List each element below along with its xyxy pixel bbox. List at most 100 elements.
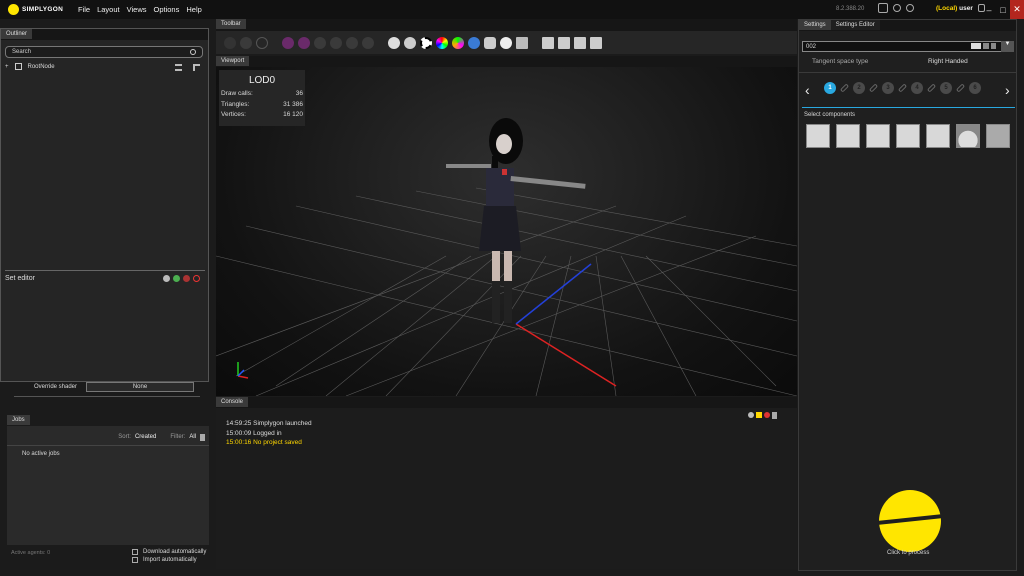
jobs-empty-label: No active jobs [22,451,60,457]
list-view-icon[interactable] [175,64,182,71]
step-4[interactable]: 4 [911,82,923,94]
tab-console[interactable]: Console [216,397,249,407]
normals-icon[interactable] [468,36,480,49]
checkbox-icon[interactable] [132,557,138,563]
menu-file[interactable]: File [78,5,90,14]
console-line: 14:59:25 Simplygon launched [226,420,312,427]
maximize-button[interactable]: □ [996,0,1010,19]
filter-dropdown[interactable]: All [189,434,196,441]
material-baking-component-icon[interactable] [986,124,1010,148]
link-icon[interactable] [282,36,294,49]
impostor-component-icon[interactable] [896,124,920,148]
remove-set-icon[interactable] [183,275,190,282]
floor-icon[interactable] [574,36,586,49]
tree-root-node[interactable]: + RootNode [5,63,55,70]
new-preset-icon[interactable] [971,43,981,49]
tab-outliner[interactable]: Outliner [1,29,33,39]
menu-options[interactable]: Options [154,5,180,14]
tree-view-icon[interactable] [193,64,200,71]
tab-jobs[interactable]: Jobs [7,415,30,425]
tab-settings[interactable]: Settings [799,20,831,30]
tangent-space-dropdown[interactable]: Right Handed [928,58,968,65]
sphere-icon[interactable] [256,36,268,49]
simplygon-logo-icon [8,4,19,15]
step-divider [802,107,1015,108]
search-input[interactable]: Search [5,46,203,58]
vertex-color-icon[interactable] [452,36,464,49]
checkbox-icon[interactable] [132,549,138,555]
import-auto-checkbox[interactable]: Import automatically [132,557,206,563]
minimize-button[interactable]: – [982,0,996,19]
link-icon[interactable] [839,83,850,93]
warning-filter-icon[interactable] [756,412,762,418]
sort-dropdown[interactable]: Created [135,434,156,441]
trash-icon[interactable] [200,434,205,441]
lights-icon[interactable] [500,36,512,49]
filter-label: Filter: [170,434,186,440]
menu-views[interactable]: Views [127,5,147,14]
clear-set-icon[interactable] [193,275,200,282]
error-filter-icon[interactable] [764,412,770,418]
stat-row: Vertices: 16 120 [221,110,303,121]
pencil-icon[interactable] [542,36,554,49]
globe-icon[interactable] [388,36,400,49]
shade-icon[interactable] [240,36,252,49]
prev-step-icon[interactable]: ‹ [805,82,810,98]
step-2[interactable]: 2 [853,82,865,94]
step-6[interactable]: 6 [969,82,981,94]
checker-icon[interactable] [420,36,432,49]
info-icon[interactable] [893,4,901,12]
viewport[interactable]: Viewport LOD0 Draw calls: 36 Triangles: 31 … [216,56,797,396]
stat-value: 36 [295,90,303,97]
download-icon[interactable] [983,43,989,49]
toolbar-tabbar: Toolbar [216,19,797,31]
menu-help[interactable]: Help [186,5,201,14]
tab-settings-editor[interactable]: Settings Editor [830,20,880,30]
grid-icon[interactable] [516,36,528,49]
move-icon[interactable] [314,36,326,49]
process-button[interactable] [879,490,941,552]
camera-icon[interactable] [484,36,496,49]
step-5[interactable]: 5 [940,82,952,94]
trash-icon[interactable] [772,412,777,419]
database-icon[interactable] [163,275,170,282]
aggregation-component-icon[interactable] [866,124,890,148]
expand-icon[interactable]: + [5,64,9,70]
download-auto-checkbox[interactable]: Download automatically [132,549,206,555]
axes-icon[interactable] [558,36,570,49]
link-icon[interactable] [868,83,879,93]
info-filter-icon[interactable] [748,412,754,418]
reduction-component-icon[interactable] [806,124,830,148]
frame-icon[interactable] [224,36,236,49]
lod-label: LOD0 [248,75,276,86]
link-icon[interactable] [926,83,937,93]
align-icon[interactable] [330,36,342,49]
remeshing-component-icon[interactable] [836,124,860,148]
unlink-icon[interactable] [298,36,310,49]
tab-toolbar[interactable]: Toolbar [216,19,246,29]
snap-icon[interactable] [346,36,358,49]
step-3[interactable]: 3 [882,82,894,94]
color-wheel-icon[interactable] [436,36,448,49]
trash-icon[interactable] [991,43,996,49]
stat-label: Draw calls: [221,90,253,97]
grid-settings-icon[interactable] [878,3,888,13]
occluder-component-icon[interactable] [956,124,980,148]
menu-layout[interactable]: Layout [97,5,120,14]
menu-bar: File Layout Views Options Help [78,5,202,14]
step-1[interactable]: 1 [824,82,836,94]
user-status[interactable]: (Local) user [936,5,973,12]
override-shader-dropdown[interactable]: None [86,382,194,392]
preset-dropdown-button[interactable]: ▼ [1001,41,1014,52]
close-button[interactable]: ✕ [1010,0,1024,19]
terrain-icon[interactable] [590,36,602,49]
download-auto-label: Download automatically [143,549,207,555]
link-icon[interactable] [955,83,966,93]
texture-icon[interactable] [404,36,416,49]
next-step-icon[interactable]: › [1005,82,1010,98]
grid-toggle-icon[interactable] [362,36,374,49]
add-set-icon[interactable] [173,275,180,282]
refresh-icon[interactable] [906,4,914,12]
link-icon[interactable] [897,83,908,93]
bone-reduction-component-icon[interactable] [926,124,950,148]
